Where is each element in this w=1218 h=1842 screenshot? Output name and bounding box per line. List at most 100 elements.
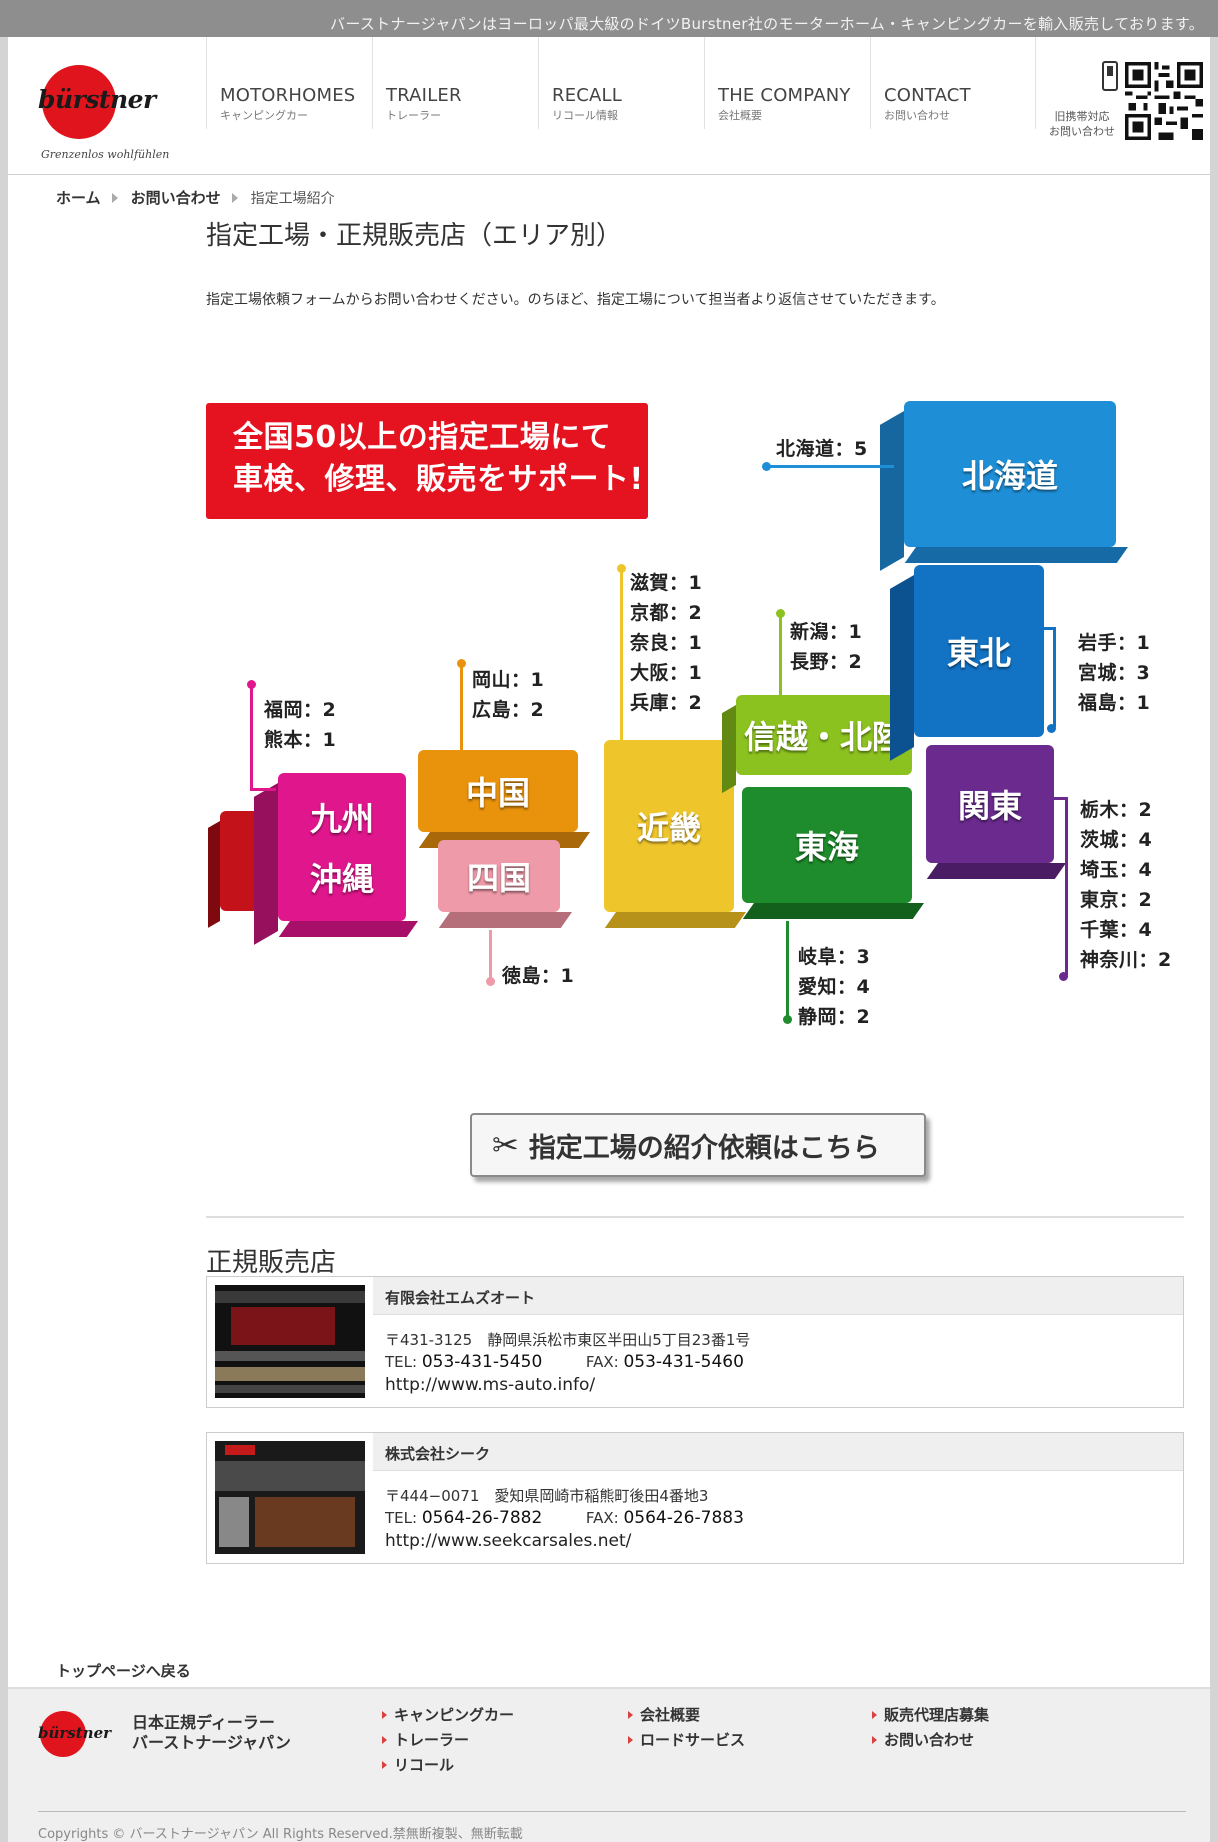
dealer-card: 株式会社シーク 〒444−0071 愛知県岡崎市稲熊町後田4番地3 TEL: 0… xyxy=(206,1432,1184,1564)
footer-link-campingcar[interactable]: キャンピングカー xyxy=(382,1703,514,1728)
mobile-phone-icon xyxy=(1102,61,1118,91)
nav-contact[interactable]: CONTACT お問い合わせ xyxy=(870,37,1036,129)
callout-line: 北海道：5 xyxy=(776,438,868,460)
callout-line: 千葉：4 xyxy=(1080,919,1153,941)
footer-logo[interactable]: bürstner xyxy=(38,1711,118,1761)
nav-label: MOTORHOMES xyxy=(220,85,356,106)
region-shinetsu-block[interactable]: 信越・北陸 xyxy=(722,695,912,794)
tel-label: TEL: xyxy=(385,1509,418,1527)
leader-dot xyxy=(783,1015,792,1024)
top-message-bar: バーストナージャパンはヨーロッパ最大級のドイツBurstner社のモーターホーム… xyxy=(0,0,1218,37)
block-side xyxy=(438,912,572,928)
callout-line: 兵庫：2 xyxy=(630,692,703,714)
footer-link-contact[interactable]: お問い合わせ xyxy=(872,1728,989,1753)
block-side xyxy=(254,783,278,945)
leader-tokai xyxy=(783,921,792,1024)
dealer-thumbnail[interactable] xyxy=(215,1285,365,1398)
breadcrumb-contact[interactable]: お問い合わせ xyxy=(131,187,221,208)
dealer-name: 有限会社エムズオート xyxy=(373,1277,1183,1315)
region-chugoku-label: 中国 xyxy=(465,774,530,812)
callout-line: 東京：2 xyxy=(1080,889,1153,911)
block-face: 北海道 xyxy=(904,401,1116,547)
region-kinki-block[interactable]: 近畿 xyxy=(604,740,746,928)
callout-shikoku: 徳島：1 xyxy=(502,961,574,991)
footer-link-company[interactable]: 会社概要 xyxy=(628,1703,745,1728)
callout-line: 岐阜：3 xyxy=(798,946,871,968)
section-divider xyxy=(206,1216,1184,1218)
dealer-address: 〒431-3125 静岡県浜松市東区半田山5丁目23番1号 xyxy=(385,1331,751,1349)
leader-dot xyxy=(1059,972,1068,981)
mobile-contact[interactable]: 旧携帯対応 お問い合わせ xyxy=(1035,53,1205,140)
nav-trailer[interactable]: TRAILER トレーラー xyxy=(372,37,538,129)
dealers-title: 正規販売店 xyxy=(206,1248,337,1278)
region-tohoku-block[interactable]: 東北 xyxy=(890,565,1044,761)
block-side xyxy=(926,863,1066,879)
footer-links-col2: 会社概要 ロードサービス xyxy=(628,1703,745,1753)
breadcrumb-home[interactable]: ホーム xyxy=(56,187,101,208)
thumb-hero xyxy=(215,1461,365,1491)
block-side xyxy=(880,411,904,571)
leader-kanto xyxy=(1054,797,1068,981)
footer-link-recall[interactable]: リコール xyxy=(382,1753,514,1778)
footer-link-trailer[interactable]: トレーラー xyxy=(382,1728,514,1753)
region-shikoku-block[interactable]: 四国 xyxy=(438,840,572,928)
tel-label: TEL: xyxy=(385,1353,418,1371)
callout-kyushu: 福岡：2 熊本：1 xyxy=(264,695,336,755)
brand-logo[interactable]: bürstner Grenzenlos wohlfühlen xyxy=(38,65,176,165)
mobile-contact-label: 旧携帯対応 お問い合わせ xyxy=(1049,109,1115,139)
mobile-line2: お問い合わせ xyxy=(1049,125,1115,138)
qr-code-icon xyxy=(1125,62,1203,140)
footer-company: 日本正規ディーラー バーストナージャパン xyxy=(132,1713,291,1753)
footer-link-roadservice[interactable]: ロードサービス xyxy=(628,1728,745,1753)
leader-tohoku xyxy=(1044,627,1056,733)
tel-number: 0564-26-7882 xyxy=(421,1508,543,1528)
dealer-name: 株式会社シーク xyxy=(373,1433,1183,1471)
thumb-row xyxy=(215,1385,365,1393)
dealer-url-link[interactable]: http://www.seekcarsales.net/ xyxy=(385,1531,631,1551)
banner-line2: 車検、修理、販売をサポート! xyxy=(233,462,644,497)
mobile-line1: 旧携帯対応 xyxy=(1054,110,1110,123)
block-side xyxy=(278,921,418,937)
footer-logo-word: bürstner xyxy=(38,1724,112,1742)
block-side xyxy=(890,575,914,761)
thumb-row xyxy=(215,1367,365,1381)
callout-line: 熊本：1 xyxy=(264,729,337,751)
dealer-thumbnail[interactable] xyxy=(215,1441,365,1554)
nav-the-company[interactable]: THE COMPANY 会社概要 xyxy=(704,37,870,129)
breadcrumb-separator-icon xyxy=(231,192,238,203)
region-kanto-label: 関東 xyxy=(957,787,1022,825)
thumb-hero xyxy=(231,1307,335,1345)
footer-link-agency[interactable]: 販売代理店募集 xyxy=(872,1703,989,1728)
block-face: 東海 xyxy=(742,787,912,903)
callout-line: 岡山：1 xyxy=(472,669,545,691)
leader-dot xyxy=(247,680,256,689)
fax-number: 053-431-5460 xyxy=(623,1352,744,1372)
leader-dot xyxy=(776,609,785,618)
intro-text: 指定工場依頼フォームからお問い合わせください。のちほど、指定工場について担当者よ… xyxy=(206,292,945,308)
breadcrumb-current: 指定工場紹介 xyxy=(250,190,335,207)
footer-links-col3: 販売代理店募集 お問い合わせ xyxy=(872,1703,989,1753)
region-kanto-block[interactable]: 関東 xyxy=(926,745,1066,879)
callout-line: 愛知：4 xyxy=(798,976,871,998)
fax-number: 0564-26-7883 xyxy=(623,1508,744,1528)
request-factory-button[interactable]: ✂ 指定工場の紹介依頼はこちら xyxy=(470,1113,926,1177)
callout-line: 静岡：2 xyxy=(798,1006,871,1028)
page-title: 指定工場・正規販売店（エリア別） xyxy=(206,221,623,251)
block-side xyxy=(604,912,746,928)
leader-dot xyxy=(617,564,626,573)
region-okinawa-label: 沖縄 xyxy=(309,860,374,898)
callout-tohoku: 岩手：1 宮城：3 福島：1 xyxy=(1078,628,1150,718)
back-to-top-link[interactable]: トップページへ戻る xyxy=(56,1660,191,1681)
region-kyushu-block[interactable]: 九州 沖縄 xyxy=(254,773,418,945)
nav-recall[interactable]: RECALL リコール情報 xyxy=(538,37,704,129)
dealer-url-link[interactable]: http://www.ms-auto.info/ xyxy=(385,1375,595,1395)
leader-dot xyxy=(762,462,771,471)
nav-motorhomes[interactable]: MOTORHOMES キャンピングカー xyxy=(206,37,372,129)
copyright: Copyrights © バーストナージャパン All Rights Reser… xyxy=(38,1827,523,1842)
region-tokai-block[interactable]: 東海 xyxy=(742,787,924,919)
logo-tagline: Grenzenlos wohlfühlen xyxy=(41,148,170,161)
footer-company-line2: バーストナージャパン xyxy=(132,1733,291,1752)
callout-line: 長野：2 xyxy=(790,651,863,673)
region-chugoku-block[interactable]: 中国 xyxy=(418,750,590,848)
region-hokkaido-block[interactable]: 北海道 xyxy=(880,401,1128,571)
